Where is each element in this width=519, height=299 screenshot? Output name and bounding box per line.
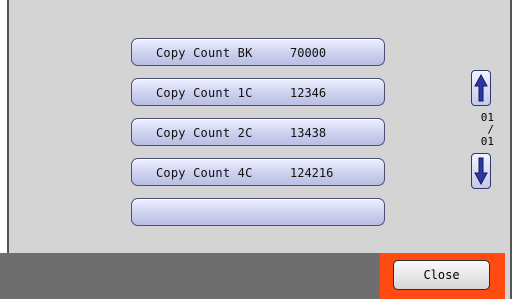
copy-count-screen: Copy Count BK 70000 Copy Count 1C 12346 … — [0, 0, 519, 299]
count-value: 12346 — [290, 86, 327, 100]
close-button[interactable]: Close — [393, 260, 490, 290]
count-row-2c[interactable]: Copy Count 2C 13438 — [131, 118, 385, 146]
page-current: 01 — [480, 111, 494, 124]
count-label: Copy Count 4C — [156, 166, 253, 180]
page-total: 01 — [480, 135, 494, 148]
count-row-1c[interactable]: Copy Count 1C 12346 — [131, 78, 385, 106]
count-label: Copy Count BK — [156, 46, 253, 60]
count-value: 70000 — [290, 46, 327, 60]
count-row-bk[interactable]: Copy Count BK 70000 — [131, 38, 385, 66]
count-row-empty[interactable] — [131, 198, 385, 226]
count-label: Copy Count 2C — [156, 126, 253, 140]
count-value: 13438 — [290, 126, 327, 140]
count-value: 124216 — [290, 166, 334, 180]
count-label: Copy Count 1C — [156, 86, 253, 100]
scroll-down-button[interactable] — [471, 153, 491, 189]
arrow-down-icon — [474, 157, 488, 185]
scroll-up-button[interactable] — [471, 70, 491, 106]
arrow-up-icon — [474, 74, 488, 102]
count-row-4c[interactable]: Copy Count 4C 124216 — [131, 158, 385, 186]
page-separator: / — [487, 123, 494, 136]
